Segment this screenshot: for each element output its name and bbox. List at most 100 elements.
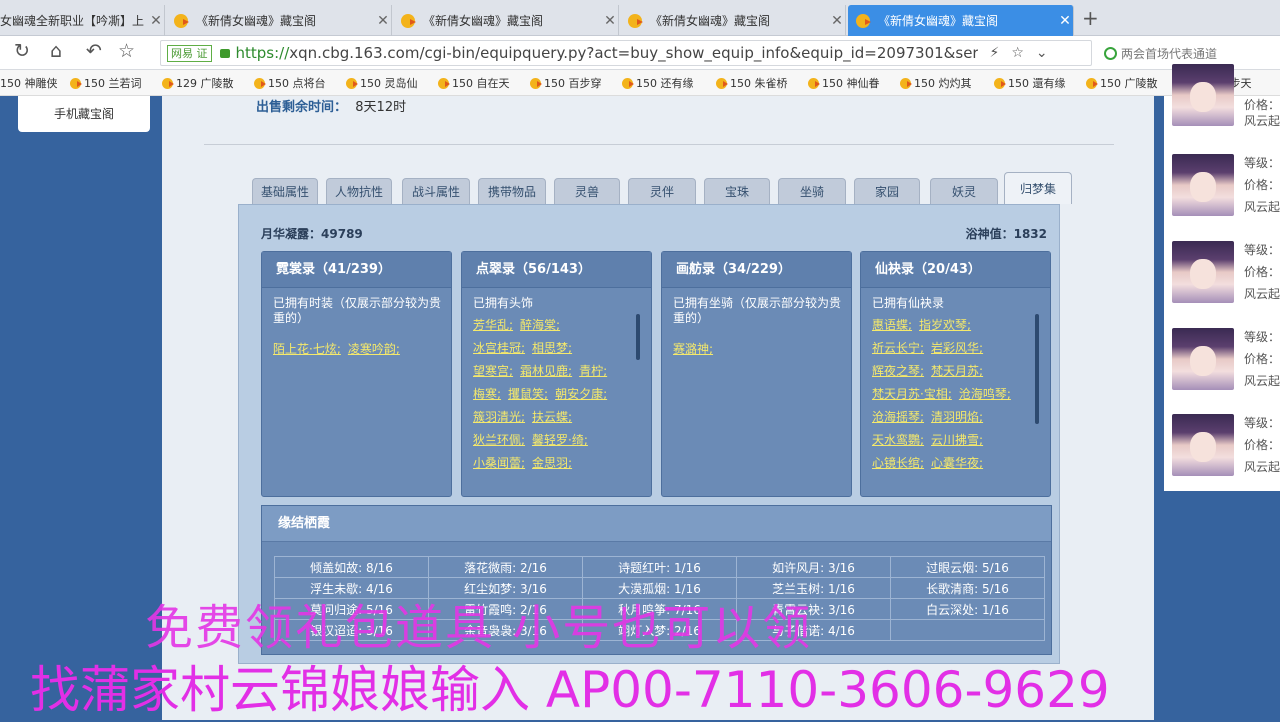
item-link[interactable]: 天水鸾鸚; [872, 433, 924, 447]
item-link[interactable]: 望寒宫; [473, 364, 513, 378]
tab-carry[interactable]: 携带物品 [478, 178, 546, 204]
search-logo-icon [1104, 47, 1117, 60]
item-link[interactable]: 相思梦; [532, 341, 572, 355]
bookmark-item[interactable]: 150 灼灼其 [900, 75, 972, 91]
game-logo-icon [254, 77, 266, 89]
seller-item[interactable]: 等级： 价格： 风云起 [1172, 328, 1280, 392]
bookmark-item[interactable]: 150 百步穿 [530, 75, 602, 91]
tab-resist[interactable]: 人物抗性 [326, 178, 392, 204]
game-logo-icon [622, 77, 634, 89]
lightning-icon[interactable]: ⚡ [990, 45, 1000, 61]
item-link[interactable]: 凌寒吟韵; [348, 342, 400, 356]
item-link[interactable]: 云川拂雪; [931, 433, 983, 447]
item-link[interactable]: 陌上花·七炫; [273, 342, 341, 356]
table-cell: 如许风月: 3/16 [736, 556, 891, 578]
close-icon[interactable]: ✕ [602, 13, 618, 29]
tab-mount[interactable]: 坐骑 [778, 178, 846, 204]
mobile-cbg-link[interactable]: 手机藏宝阁 [18, 96, 150, 132]
browser-tab-5-active[interactable]: 《新倩女幽魂》藏宝阁 ✕ [848, 5, 1074, 36]
item-link[interactable]: 狄兰环佩; [473, 433, 525, 447]
seller-item[interactable]: 价格： 风云起 [1172, 64, 1280, 160]
bookmark-item[interactable]: 150 还有缘 [622, 75, 694, 91]
table-cell: 长歌清商: 5/16 [890, 577, 1045, 599]
table-cell: 落花微雨: 2/16 [428, 556, 583, 578]
seller-item[interactable]: 等级： 价格： 风云起 [1172, 414, 1280, 478]
tab-basic[interactable]: 基础属性 [252, 178, 318, 204]
bookmark-item[interactable]: 150 朱雀桥 [716, 75, 788, 91]
item-link[interactable]: 岩彩风华; [931, 341, 983, 355]
new-tab-icon[interactable]: + [1082, 6, 1099, 30]
item-link[interactable]: 青柠; [579, 364, 607, 378]
card-subtitle: 已拥有仙袂录 [872, 296, 945, 310]
bookmark-item[interactable]: 150 点将台 [254, 75, 326, 91]
bookmark-item[interactable]: 150 灵岛仙 [346, 75, 418, 91]
item-link[interactable]: 沧海鸣琴; [959, 387, 1011, 401]
item-link[interactable]: 梵天月苏; [931, 364, 983, 378]
bookmark-item[interactable]: 150 广陵散 [1086, 75, 1158, 91]
scrollbar[interactable] [1035, 314, 1039, 424]
card-title: 仙袂录（20/43） [861, 252, 1050, 288]
item-link[interactable]: 小桑闻蕾; [473, 456, 525, 470]
tab-home[interactable]: 家园 [854, 178, 920, 204]
item-link[interactable]: 指岁欢琴; [919, 318, 971, 332]
bookmark-item[interactable]: 129 广陵散 [162, 75, 234, 91]
scrollbar[interactable] [636, 314, 640, 360]
item-link[interactable]: 心囊华夜; [931, 456, 983, 470]
bookmark-item[interactable]: 150 兰若词 [70, 75, 142, 91]
address-bar[interactable]: 网易 证 https://xqn.cbg.163.com/cgi-bin/equ… [160, 40, 1092, 66]
close-icon[interactable]: ✕ [148, 13, 164, 29]
item-link[interactable]: 芳华乱; [473, 318, 513, 332]
tab-guimeng[interactable]: 归梦集 [1004, 172, 1072, 204]
chevron-down-icon[interactable]: ⌄ [1036, 45, 1048, 61]
tab-combat[interactable]: 战斗属性 [402, 178, 470, 204]
bookmark-item[interactable]: 150 神雕侠 [0, 75, 58, 91]
item-link[interactable]: 梵天月苏·宝相; [872, 387, 952, 401]
seller-item[interactable]: 等级： 价格： 风云起 [1172, 241, 1280, 305]
item-link[interactable]: 梅寒; [473, 387, 501, 401]
browser-tab-4[interactable]: 《新倩女幽魂》藏宝阁 ✕ [620, 5, 846, 36]
item-link[interactable]: 霜林见鹿; [520, 364, 572, 378]
undo-icon[interactable]: ↶ [86, 40, 102, 62]
bookmark-item[interactable]: 150 自在天 [438, 75, 510, 91]
url-text[interactable]: https://xqn.cbg.163.com/cgi-bin/equipque… [236, 44, 978, 62]
card-xianmei: 仙袂录（20/43） 已拥有仙袂录 惠语蝶; 指岁欢琴; 祈云长宁; 岩彩风华; 辉… [860, 251, 1051, 497]
tab-gem[interactable]: 宝珠 [704, 178, 770, 204]
home-icon[interactable]: ⌂ [50, 40, 62, 62]
item-link[interactable]: 冰宫桂冠; [473, 341, 525, 355]
item-link[interactable]: 攫鼠笑; [508, 387, 548, 401]
tab-demon[interactable]: 妖灵 [930, 178, 998, 204]
bookmark-item[interactable]: 150 還有缘 [994, 75, 1066, 91]
table-cell: 倾盖如故: 8/16 [274, 556, 429, 578]
item-link[interactable]: 惠语蝶; [872, 318, 912, 332]
item-link[interactable]: 祈云长宁; [872, 341, 924, 355]
item-link[interactable]: 簇羽清光; [473, 410, 525, 424]
search-box[interactable]: 两会首场代表通道 [1104, 45, 1217, 62]
seller-item[interactable]: 等级： 价格： 风云起 [1172, 154, 1280, 218]
item-link[interactable]: 沧海摇琴; [872, 410, 924, 424]
item-link[interactable]: 醉海棠; [520, 318, 560, 332]
refresh-icon[interactable]: ↻ [14, 40, 30, 62]
game-logo-icon [900, 77, 912, 89]
close-icon[interactable]: ✕ [829, 13, 845, 29]
item-link[interactable]: 扶云蝶; [532, 410, 572, 424]
close-icon[interactable]: ✕ [375, 13, 391, 29]
seller-list: 价格： 风云起 等级： 价格： 风云起 等级： 价格： 风云起 等级： 价格： … [1164, 64, 1280, 491]
star-icon[interactable]: ☆ [118, 40, 135, 62]
item-link[interactable]: 辉夜之琴; [872, 364, 924, 378]
bookmark-item[interactable]: 150 神仙眷 [808, 75, 880, 91]
item-link[interactable]: 金思羽; [532, 456, 572, 470]
item-link[interactable]: 清羽明焰; [931, 410, 983, 424]
game-logo-icon [162, 77, 174, 89]
browser-tab-3[interactable]: 《新倩女幽魂》藏宝阁 ✕ [393, 5, 619, 36]
item-link[interactable]: 朝安夕康; [555, 387, 607, 401]
tab-pet[interactable]: 灵兽 [554, 178, 620, 204]
bookmark-star-icon[interactable]: ☆ [1011, 45, 1024, 61]
avatar [1172, 64, 1234, 126]
item-link[interactable]: 心镜长绾; [872, 456, 924, 470]
item-link[interactable]: 赛潞神; [673, 342, 713, 356]
browser-tab-1[interactable]: 女幽魂全新职业【吟凘】上 ✕ [0, 5, 165, 36]
tab-partner[interactable]: 灵伴 [628, 178, 696, 204]
item-link[interactable]: 馨轻罗·绮; [532, 433, 588, 447]
browser-tab-2[interactable]: 《新倩女幽魂》藏宝阁 ✕ [166, 5, 392, 36]
close-icon[interactable]: ✕ [1057, 13, 1073, 29]
